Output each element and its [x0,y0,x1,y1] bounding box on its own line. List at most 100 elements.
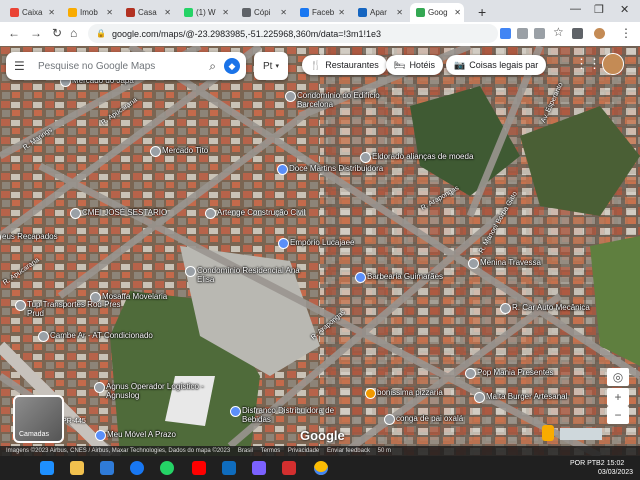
chrome-icon[interactable] [314,461,328,475]
place-label[interactable]: Empório Lucajaee [290,238,354,247]
browser-tab[interactable]: Cópi ✕ [236,3,290,22]
account-avatar[interactable] [602,53,624,75]
tab-close-icon[interactable]: ✕ [454,8,461,17]
zoom-out-button[interactable]: − [607,406,629,424]
place-label[interactable]: eus Recapados [2,232,58,241]
tab-close-icon[interactable]: ✕ [338,8,345,17]
place-label[interactable]: conga de pai oxalá [396,414,463,423]
tab-close-icon[interactable]: ✕ [164,8,171,17]
browser-tab[interactable]: Faceb ✕ [294,3,348,22]
browser-tab[interactable]: Goog ✕ [410,3,464,22]
share-icon[interactable] [517,28,528,39]
place-pin-icon[interactable] [205,208,216,219]
media-icon[interactable] [252,461,266,475]
home-icon[interactable]: ⌂ [70,26,77,40]
restore-icon[interactable]: ❐ [594,3,604,16]
place-label[interactable]: Meu Móvel A Prazo [107,430,176,439]
place-label[interactable]: CMEI JOSÉ SESTARIO [82,208,167,217]
facebook-icon[interactable] [130,461,144,475]
outlook-icon[interactable] [222,461,236,475]
tab-close-icon[interactable]: ✕ [222,8,229,17]
file-explorer-icon[interactable] [70,461,84,475]
map-scale[interactable]: 50 m [378,448,391,454]
place-label[interactable]: Menina Travessa [480,258,541,267]
place-label[interactable]: Tup Transportes Rod Pres Prud [27,300,137,318]
browser-tab[interactable]: Caixa ✕ [4,3,58,22]
install-icon[interactable] [534,28,545,39]
category-chip[interactable]: 🍴 Restaurantes [302,55,387,75]
windows-start-icon[interactable] [40,461,54,475]
place-label[interactable]: Cambe Ar - AT Condicionado [50,331,153,340]
directions-icon[interactable]: ◆ [224,58,240,74]
place-label[interactable]: Condomínio Residencial Ana Elisa [197,266,307,284]
place-label[interactable]: Malta Burger Artesanal [486,392,567,401]
place-pin-icon[interactable] [365,388,376,399]
footer-brasil[interactable]: Brasil [238,448,253,454]
profile-avatar[interactable] [594,28,605,39]
place-label[interactable]: Artenge Construção Civil [217,208,305,217]
satellite-map[interactable]: Mercado do Japa Condomínio do Edifício Ba… [0,46,640,456]
place-label[interactable]: R. Car Auto Mecânica [512,303,590,312]
place-pin-icon[interactable] [355,272,366,283]
tab-close-icon[interactable]: ✕ [396,8,403,17]
place-label[interactable]: Barbearia Guimarães [367,272,443,281]
close-window-icon[interactable]: ✕ [620,3,629,16]
tab-close-icon[interactable]: ✕ [106,8,113,17]
place-pin-icon[interactable] [500,303,511,314]
store-icon[interactable] [100,461,114,475]
my-location-icon[interactable]: ◎ [607,368,629,386]
place-pin-icon[interactable] [70,208,81,219]
street-view-thumbnails[interactable] [560,428,602,440]
forward-icon[interactable]: → [30,26,42,40]
place-pin-icon[interactable] [185,266,196,277]
back-icon[interactable]: ← [8,26,20,40]
category-chip[interactable]: 📷 Coisas legais par [446,55,547,75]
new-tab-button[interactable]: + [478,4,486,20]
bookmark-star-icon[interactable]: ☆ [553,25,564,39]
google-apps-icon[interactable]: ⋮⋮ [575,56,601,72]
search-icon[interactable]: ⌕ [209,59,216,74]
whatsapp-icon[interactable] [160,461,174,475]
search-input[interactable]: Pesquise no Google Maps [38,61,209,72]
place-pin-icon[interactable] [285,91,296,102]
tab-close-icon[interactable]: ✕ [280,8,287,17]
clock[interactable]: 15:02 03/03/2023 [598,459,633,477]
youtube-icon[interactable] [192,461,206,475]
place-pin-icon[interactable] [38,331,49,342]
footer-feedback[interactable]: Enviar feedback [327,448,370,454]
reload-icon[interactable]: ↻ [52,26,62,40]
place-pin-icon[interactable] [474,392,485,403]
footer-privacy[interactable]: Privacidade [288,448,319,454]
browser-tab[interactable]: Imob ✕ [62,3,116,22]
browser-tab[interactable]: Casa ✕ [120,3,174,22]
address-bar[interactable]: 🔒 google.com/maps/@-23.2983985,-51.22596… [88,24,498,43]
pegman-icon[interactable] [542,425,554,441]
place-label[interactable]: Mercado Tito [162,146,208,155]
place-label[interactable]: Disfranco Distribuidora de Bebidas [242,406,352,424]
footer-terms[interactable]: Termos [261,448,281,454]
place-label[interactable]: Eldorado alianças de moeda [372,152,473,161]
place-pin-icon[interactable] [150,146,161,157]
place-pin-icon[interactable] [15,300,26,311]
place-pin-icon[interactable] [277,164,288,175]
place-pin-icon[interactable] [94,382,105,393]
menu-icon[interactable]: ⋮ [620,26,632,40]
place-pin-icon[interactable] [465,368,476,379]
layers-button[interactable]: Camadas [13,395,64,443]
browser-tab[interactable]: Apar ✕ [352,3,406,22]
place-label[interactable]: Pop Mania Presentes [477,368,554,377]
place-pin-icon[interactable] [468,258,479,269]
extension-icon[interactable] [572,28,583,39]
wps-icon[interactable] [282,461,296,475]
language-button[interactable]: Pt ▾ [254,52,288,80]
place-label[interactable]: Agnus Operador Logístico - Agnuslog [106,382,216,400]
place-label[interactable]: Doce Martins Distribuidora [289,164,383,173]
zoom-in-button[interactable]: + [607,388,629,406]
hamburger-menu-icon[interactable]: ☰ [14,59,28,73]
place-label[interactable]: Condomínio do Edifício Barcelona [297,91,407,109]
google-lens-icon[interactable] [500,28,511,39]
place-pin-icon[interactable] [384,414,395,425]
tab-close-icon[interactable]: ✕ [48,8,55,17]
minimize-icon[interactable]: — [570,3,581,15]
place-pin-icon[interactable] [95,430,106,441]
